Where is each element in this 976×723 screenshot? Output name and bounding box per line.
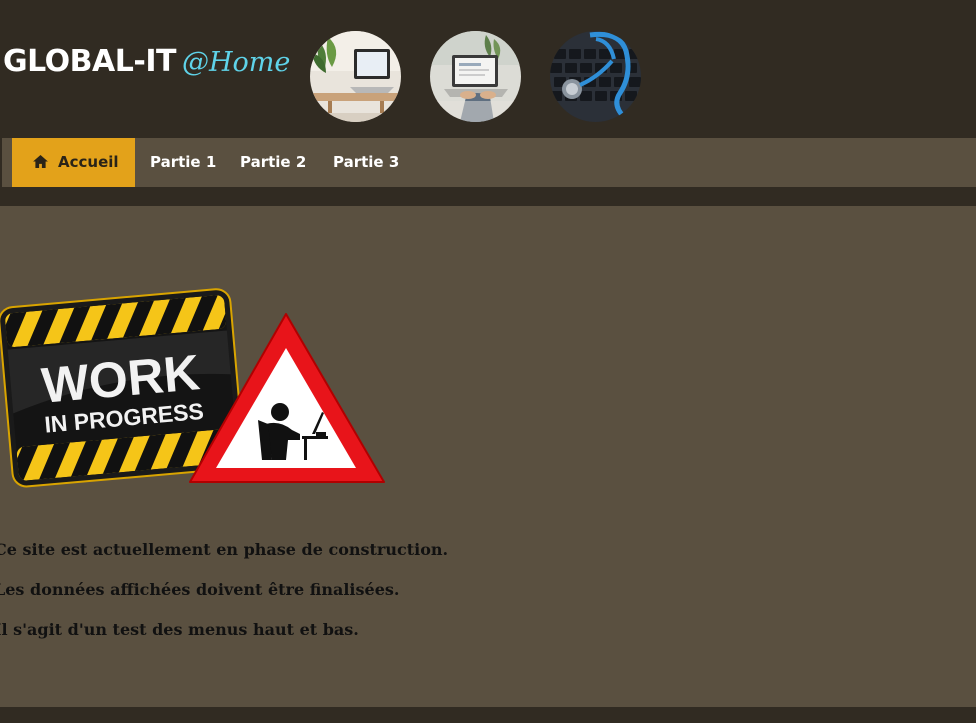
- message-line-1: Ce site est actuellement en phase de con…: [0, 540, 449, 559]
- home-icon: [33, 154, 48, 168]
- message-line-3: Il s'agit d'un test des menus haut et ba…: [0, 620, 359, 639]
- message-line-2: Les données affichées doivent être final…: [0, 580, 400, 599]
- nav-item-accueil[interactable]: Accueil: [12, 138, 135, 187]
- keyboard-stethoscope-photo: [550, 31, 641, 122]
- brand-name: GLOBAL-IT: [3, 44, 176, 79]
- nav-item-partie-3[interactable]: Partie 3: [333, 138, 399, 187]
- brand-tagline: @Home: [181, 47, 291, 78]
- main-nav: Accueil Partie 1 Partie 2 Partie 3: [2, 138, 976, 187]
- site-logo[interactable]: GLOBAL-IT @Home: [3, 44, 290, 79]
- nav-item-partie-2[interactable]: Partie 2: [240, 138, 306, 187]
- nav-item-accueil-inner: Accueil: [33, 138, 119, 187]
- site-footer: [0, 707, 976, 723]
- work-in-progress-image: WORK IN PROGRESS: [0, 284, 390, 493]
- laptop-desk-photo: [310, 31, 401, 122]
- main-content: WORK IN PROGRESS Ce site est actuellemen…: [0, 206, 976, 707]
- laptop-work-photo: [430, 31, 521, 122]
- nav-separator: [0, 187, 976, 206]
- nav-item-label: Accueil: [58, 153, 119, 171]
- site-header: GLOBAL-IT @Home: [0, 0, 976, 138]
- nav-item-partie-1[interactable]: Partie 1: [150, 138, 216, 187]
